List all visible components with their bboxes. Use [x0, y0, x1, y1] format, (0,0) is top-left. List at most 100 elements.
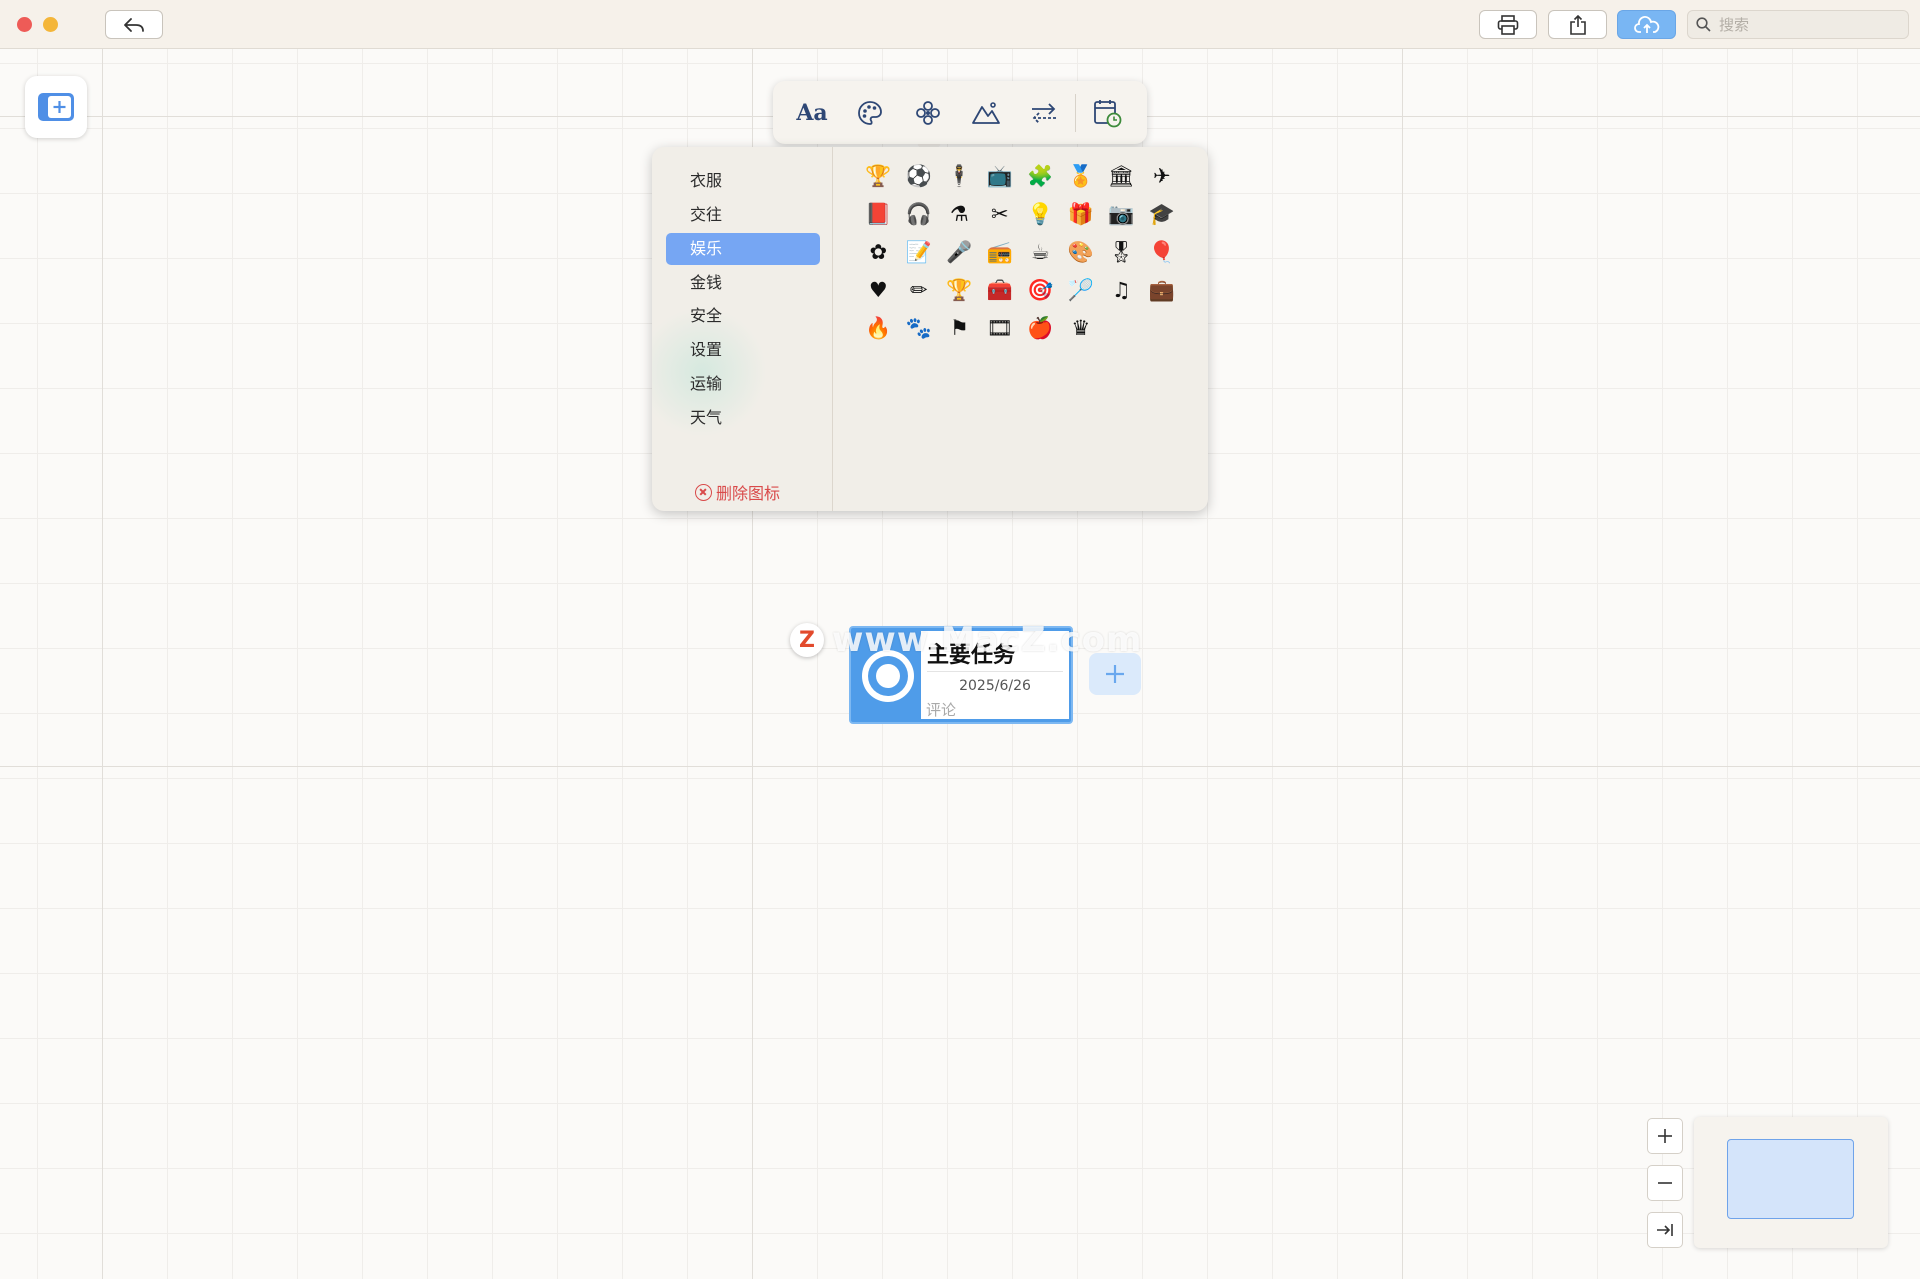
icon-option[interactable]: ✂ — [980, 195, 1021, 233]
cloud-upload-icon — [1633, 15, 1659, 33]
icon-option[interactable]: 🏛 — [1101, 157, 1142, 195]
minus-icon — [1658, 1182, 1672, 1184]
icon-option[interactable]: 🎯 — [1020, 271, 1061, 309]
print-button[interactable] — [1479, 10, 1537, 39]
arrows-exchange-icon — [1032, 102, 1056, 124]
category-item[interactable]: 设置 — [666, 334, 820, 366]
icon-picker-button[interactable] — [899, 89, 957, 137]
icon-option[interactable]: 📷 — [1101, 195, 1142, 233]
watermark-logo: Z — [790, 623, 824, 657]
undo-icon — [124, 17, 144, 32]
printer-icon — [1497, 14, 1519, 35]
fit-to-screen-button[interactable] — [1647, 1212, 1683, 1248]
close-window-button[interactable] — [17, 17, 32, 32]
icon-option[interactable]: ♛ — [1061, 309, 1102, 347]
category-item[interactable]: 运输 — [666, 368, 820, 400]
icon-option[interactable]: 🎈 — [1142, 233, 1183, 271]
category-item-selected[interactable]: 娱乐 — [666, 233, 820, 265]
text-style-button[interactable]: Aa — [783, 89, 841, 137]
category-item[interactable]: 金钱 — [666, 267, 820, 299]
category-item[interactable]: 天气 — [666, 402, 820, 434]
add-board-icon — [38, 93, 74, 121]
zoom-in-button[interactable] — [1647, 1118, 1683, 1154]
arrow-to-edge-icon — [1657, 1224, 1673, 1236]
text-style-icon: Aa — [796, 99, 828, 126]
color-palette-button[interactable] — [841, 89, 899, 137]
icon-option[interactable]: 🎞 — [980, 309, 1021, 347]
search-input[interactable] — [1717, 14, 1901, 35]
icon-option[interactable]: 🎁 — [1061, 195, 1102, 233]
minimap-viewport[interactable] — [1727, 1139, 1854, 1219]
share-button[interactable] — [1548, 10, 1607, 39]
canvas-guide-line — [102, 49, 103, 1279]
connector-button[interactable] — [1015, 89, 1073, 137]
icon-option[interactable]: 🎓 — [1142, 195, 1183, 233]
icon-option[interactable]: ☕ — [1020, 233, 1061, 271]
node-divider — [927, 671, 1063, 672]
icon-option[interactable]: 🏸 — [1061, 271, 1102, 309]
mountain-icon — [972, 101, 1000, 124]
icon-option[interactable]: 🐾 — [899, 309, 940, 347]
icon-option[interactable]: ✿ — [858, 233, 899, 271]
icon-option[interactable]: 💼 — [1142, 271, 1183, 309]
icon-option[interactable]: 💡 — [1020, 195, 1061, 233]
schedule-button[interactable] — [1078, 89, 1136, 137]
icon-option[interactable]: ✈ — [1142, 157, 1183, 195]
search-field[interactable] — [1687, 10, 1909, 39]
category-item[interactable]: 衣服 — [666, 165, 820, 197]
node-due-date[interactable]: 2025/6/26 — [921, 678, 1069, 694]
undo-button[interactable] — [105, 10, 163, 39]
icon-option[interactable]: 📕 — [858, 195, 899, 233]
calendar-clock-icon — [1094, 99, 1122, 127]
icon-grid: 🏆 ⚽ 🕴 📺 🧩 🏅 🏛 ✈ 📕 🎧 ⚗ ✂ 💡 🎁 📷 🎓 ✿ 📝 🎤 📻 ☕ 🎨 🎖 🎈 ♥ ✏ 🏆 🧰 🎯 🏸 ♫ 💼 🔥 🐾 ⚑ 🎞 🍎 ♛ — [858, 157, 1188, 347]
icon-option[interactable]: ♥ — [858, 271, 899, 309]
share-icon — [1569, 14, 1586, 35]
plus-icon — [1658, 1129, 1672, 1143]
icon-option[interactable]: 🎨 — [1061, 233, 1102, 271]
toolbar-separator — [1075, 93, 1076, 132]
minimap[interactable] — [1694, 1117, 1888, 1248]
icon-picker-panel: 衣服 交往 娱乐 金钱 安全 设置 运输 天气 删除图标 🏆 ⚽ 🕴 📺 🧩 🏅 🏛 ✈ 📕 🎧 ⚗… — [652, 147, 1208, 511]
delete-icon-button[interactable]: 删除图标 — [695, 480, 780, 504]
palette-icon — [858, 100, 882, 125]
image-button[interactable] — [957, 89, 1015, 137]
delete-icon-label: 删除图标 — [716, 484, 781, 503]
icon-option[interactable]: ♫ — [1101, 271, 1142, 309]
watermark: Z www.MacZ.com — [790, 620, 1142, 660]
watermark-text: www.MacZ.com — [832, 620, 1143, 660]
icon-option[interactable]: ⚑ — [939, 309, 980, 347]
icon-option[interactable]: 🧩 — [1020, 157, 1061, 195]
remove-circle-icon — [695, 483, 712, 501]
icon-option[interactable]: 🎧 — [899, 195, 940, 233]
icon-option[interactable]: 📻 — [980, 233, 1021, 271]
icon-option[interactable]: 🏆 — [858, 157, 899, 195]
icon-option[interactable]: 🔥 — [858, 309, 899, 347]
title-bar — [0, 0, 1920, 49]
canvas-guide-line — [0, 766, 1920, 767]
icon-option[interactable]: 🏅 — [1061, 157, 1102, 195]
icon-option[interactable]: 🕴 — [939, 157, 980, 195]
icon-option[interactable]: 📺 — [980, 157, 1021, 195]
icon-option[interactable]: 🏆 — [939, 271, 980, 309]
category-item[interactable]: 交往 — [666, 199, 820, 231]
icon-category-list: 衣服 交往 娱乐 金钱 安全 设置 运输 天气 删除图标 — [652, 147, 833, 511]
minimize-window-button[interactable] — [43, 17, 58, 32]
icon-option[interactable]: 📝 — [899, 233, 940, 271]
icon-option[interactable]: 🍎 — [1020, 309, 1061, 347]
canvas-guide-line — [1402, 49, 1403, 1279]
flower-icon — [916, 100, 940, 125]
icon-option[interactable]: 🎤 — [939, 233, 980, 271]
icon-option[interactable]: ⚽ — [899, 157, 940, 195]
icon-option[interactable]: ⚗ — [939, 195, 980, 233]
category-item[interactable]: 安全 — [666, 300, 820, 332]
cloud-sync-button[interactable] — [1617, 10, 1676, 39]
icon-option[interactable]: 🎖 — [1101, 233, 1142, 271]
zoom-out-button[interactable] — [1647, 1165, 1683, 1201]
format-toolbar: Aa — [773, 81, 1147, 144]
add-board-button[interactable] — [25, 76, 87, 138]
search-icon — [1696, 17, 1711, 32]
icon-option[interactable]: ✏ — [899, 271, 940, 309]
plus-icon — [1106, 665, 1124, 683]
icon-option[interactable]: 🧰 — [980, 271, 1021, 309]
node-comment-field[interactable]: 评论 — [926, 699, 956, 720]
